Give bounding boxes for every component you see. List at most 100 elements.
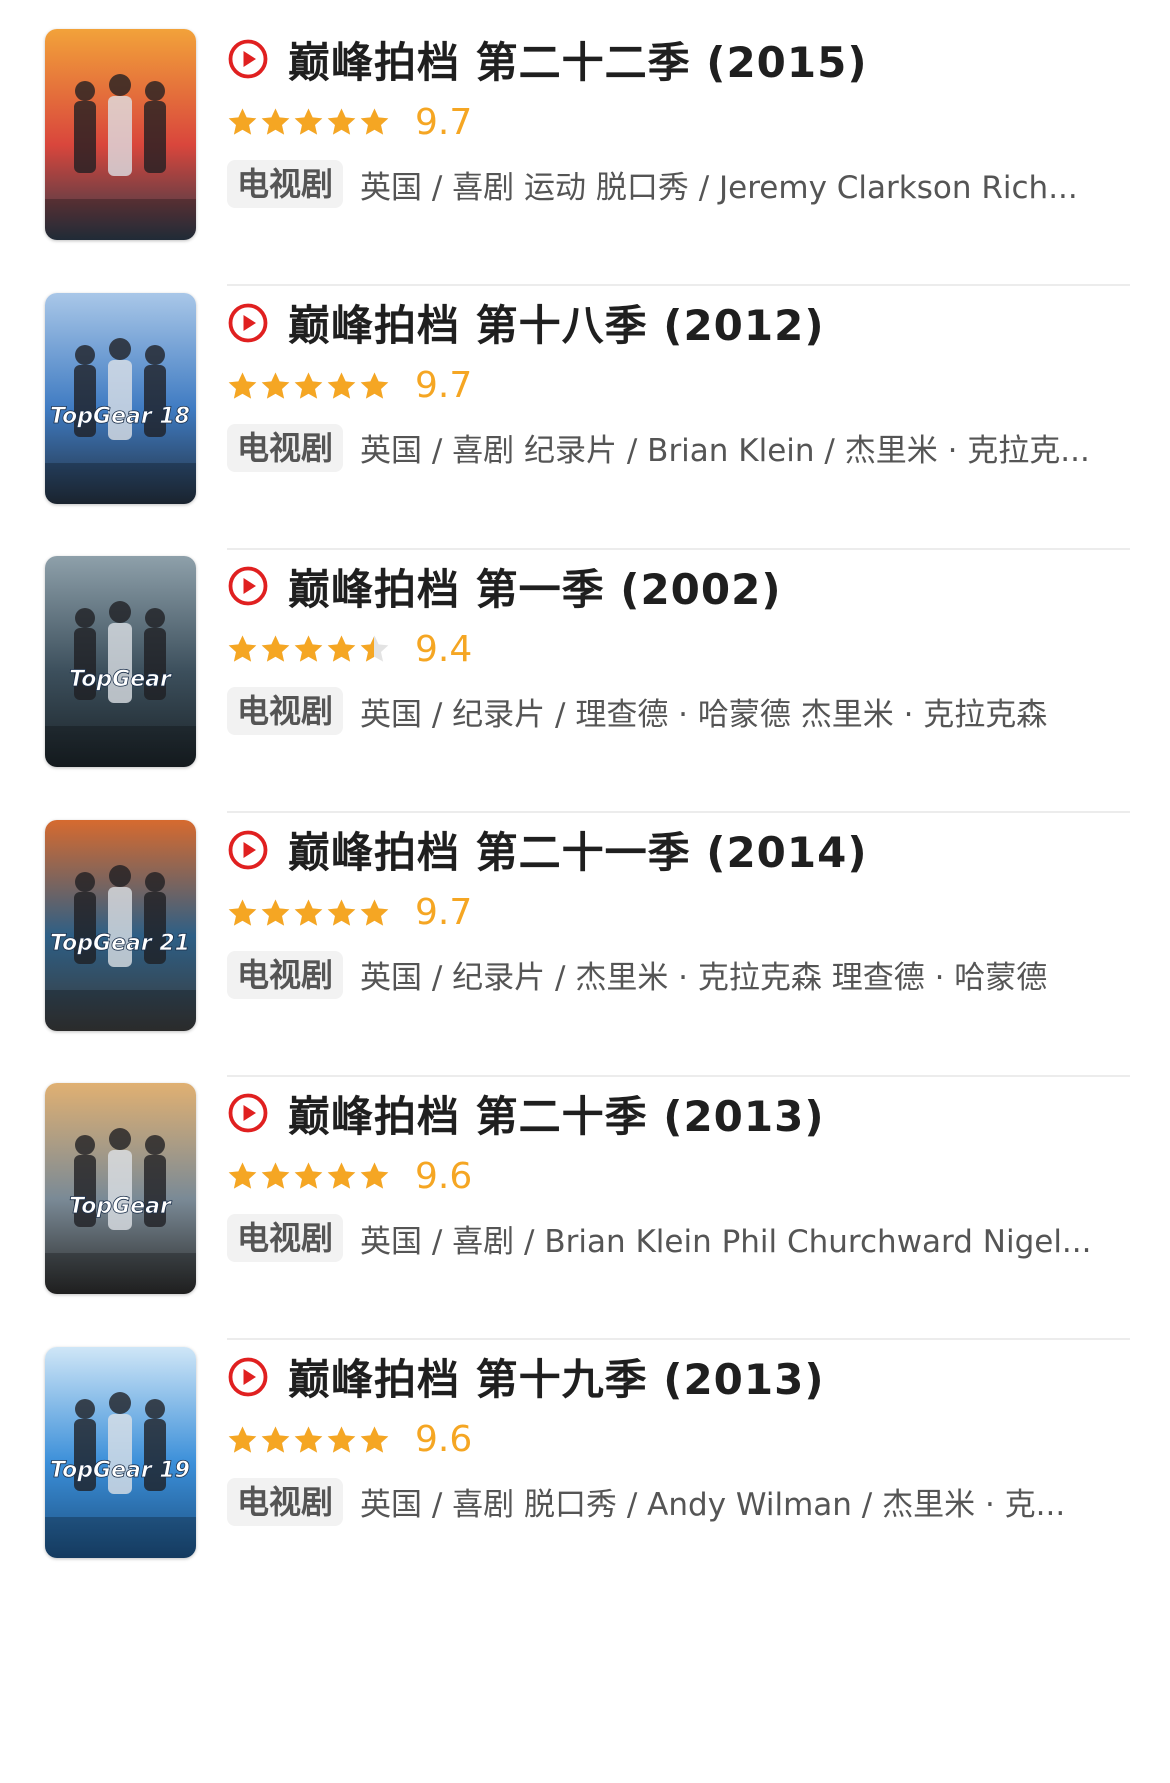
- play-icon: [228, 303, 268, 342]
- poster-art: [45, 29, 196, 240]
- star-icon: [294, 1426, 323, 1453]
- category-tag: 电视剧: [227, 950, 344, 999]
- rating-row: 9.4: [227, 625, 472, 673]
- star-rating: [227, 107, 391, 137]
- poster-art: TopGear: [45, 556, 196, 767]
- title-row[interactable]: 巅峰拍档 第二十季 (2013): [227, 1084, 825, 1142]
- item-title[interactable]: 巅峰拍档 第二十一季 (2014): [288, 819, 868, 880]
- star-icon: [261, 1162, 290, 1189]
- meta-row: 电视剧 英国 / 纪录片 / 理查德 · 哈蒙德 杰里米 · 克拉克森: [227, 686, 1170, 736]
- star-icon: [294, 899, 323, 926]
- title-row[interactable]: 巅峰拍档 第二十一季 (2014): [227, 821, 868, 879]
- star-icon: [228, 899, 257, 926]
- star-icon: [228, 1162, 257, 1189]
- star-rating-filled: [227, 898, 390, 928]
- list-item-1[interactable]: 巅峰拍档 第二十二季 (2015) 9.7 电视剧 英国 / 喜剧 运动 脱口秀…: [0, 0, 1170, 301]
- star-icon: [261, 899, 290, 926]
- play-icon: [228, 830, 268, 869]
- list-item-2[interactable]: TopGear 18 巅峰拍档 第十八季 (2012) 9.7 电视剧 英国 /…: [0, 264, 1170, 565]
- list-item-5[interactable]: TopGear 巅峰拍档 第二十季 (2013) 9.6 电视剧 英国 / 喜剧…: [0, 1054, 1170, 1355]
- play-icon: [228, 1093, 268, 1133]
- star-icon: [261, 1426, 290, 1453]
- star-icon: [360, 108, 389, 135]
- item-title[interactable]: 巅峰拍档 第二十季 (2013): [288, 1083, 825, 1144]
- meta-row: 电视剧 英国 / 喜剧 纪录片 / Brian Klein / 杰里米 · 克拉…: [227, 423, 1170, 473]
- category-tag: 电视剧: [227, 423, 344, 472]
- rating-score: 9.7: [415, 101, 473, 143]
- meta-row: 电视剧 英国 / 喜剧 脱口秀 / Andy Wilman / 杰里米 · 克.…: [227, 1477, 1170, 1527]
- rating-row: 9.7: [227, 362, 472, 410]
- poster-logo-text: TopGear: [69, 1194, 172, 1219]
- item-meta: 英国 / 喜剧 运动 脱口秀 / Jeremy Clarkson Rich...: [360, 169, 1078, 206]
- rating-row: 9.7: [227, 98, 472, 146]
- meta-row: 电视剧 英国 / 喜剧 / Brian Klein Phil Churchwar…: [227, 1213, 1170, 1263]
- item-meta: 英国 / 喜剧 / Brian Klein Phil Churchward Ni…: [360, 1223, 1092, 1260]
- star-icon: [327, 1162, 356, 1189]
- rating-row: 9.6: [227, 1152, 472, 1200]
- meta-row: 电视剧 英国 / 纪录片 / 杰里米 · 克拉克森 理查德 · 哈蒙德: [227, 950, 1170, 1000]
- category-tag: 电视剧: [227, 160, 344, 208]
- poster-image[interactable]: [45, 29, 196, 240]
- poster-art: TopGear 18: [45, 292, 196, 504]
- star-icon: [360, 636, 374, 662]
- star-icon: [261, 372, 290, 399]
- star-icon: [228, 372, 257, 399]
- star-icon: [228, 108, 257, 135]
- item-title[interactable]: 巅峰拍档 第十八季 (2012): [288, 292, 825, 353]
- meta-row: 电视剧 英国 / 喜剧 运动 脱口秀 / Jeremy Clarkson Ric…: [227, 159, 1170, 209]
- star-icon: [327, 372, 356, 399]
- star-rating: [227, 634, 391, 664]
- poster-logo-text: TopGear: [69, 667, 172, 692]
- star-icon: [360, 1162, 389, 1189]
- item-meta: 英国 / 喜剧 纪录片 / Brian Klein / 杰里米 · 克拉克...: [360, 433, 1090, 469]
- star-icon: [327, 635, 356, 662]
- item-title[interactable]: 巅峰拍档 第二十二季 (2015): [288, 29, 868, 90]
- title-row[interactable]: 巅峰拍档 第一季 (2002): [227, 557, 782, 615]
- star-icon: [228, 635, 257, 662]
- poster-image[interactable]: TopGear 19: [45, 1346, 196, 1558]
- star-rating-filled: [227, 1425, 390, 1455]
- star-icon: [327, 1426, 356, 1453]
- list-item-3[interactable]: TopGear 巅峰拍档 第一季 (2002) 9.4 电视剧 英国 / 纪录片…: [0, 527, 1170, 828]
- rating-score: 9.7: [415, 365, 473, 406]
- star-icon: [261, 635, 290, 662]
- star-icon: [360, 899, 389, 926]
- play-icon: [228, 1357, 268, 1396]
- poster-image[interactable]: TopGear: [45, 556, 196, 767]
- star-icon: [294, 372, 323, 399]
- star-icon: [228, 1426, 257, 1453]
- poster-art: TopGear 19: [45, 1346, 196, 1558]
- title-row[interactable]: 巅峰拍档 第二十二季 (2015): [227, 30, 868, 88]
- poster-logo-text: TopGear 18: [50, 404, 190, 429]
- poster-image[interactable]: TopGear 21: [45, 819, 196, 1031]
- star-icon: [327, 108, 356, 135]
- poster-art: TopGear: [45, 1083, 196, 1294]
- star-icon: [360, 1426, 389, 1453]
- star-rating: [227, 1425, 391, 1455]
- star-rating: [227, 371, 391, 401]
- star-rating: [227, 1161, 391, 1191]
- category-tag: 电视剧: [227, 687, 344, 735]
- poster-logo-text: TopGear 21: [50, 931, 190, 956]
- poster-image[interactable]: TopGear 18: [45, 292, 196, 504]
- star-rating-filled: [227, 634, 374, 664]
- title-row[interactable]: 巅峰拍档 第十八季 (2012): [227, 294, 825, 352]
- rating-score: 9.7: [415, 892, 473, 933]
- star-icon: [294, 635, 323, 662]
- list-item-6[interactable]: TopGear 19 巅峰拍档 第十九季 (2013) 9.6 电视剧 英国 /…: [0, 1318, 1170, 1619]
- play-icon: [228, 39, 268, 79]
- list-item-4[interactable]: TopGear 21 巅峰拍档 第二十一季 (2014) 9.7 电视剧 英国 …: [0, 791, 1170, 1092]
- rating-score: 9.4: [415, 628, 473, 670]
- poster-art: TopGear 21: [45, 819, 196, 1031]
- rating-score: 9.6: [415, 1155, 473, 1197]
- item-meta: 英国 / 纪录片 / 杰里米 · 克拉克森 理查德 · 哈蒙德: [360, 960, 1048, 996]
- poster-figures: [74, 74, 166, 176]
- star-icon: [360, 372, 389, 399]
- star-rating-filled: [227, 107, 390, 137]
- poster-image[interactable]: TopGear: [45, 1083, 196, 1294]
- item-title[interactable]: 巅峰拍档 第一季 (2002): [288, 556, 782, 617]
- poster-logo-text: TopGear 19: [50, 1458, 190, 1483]
- star-icon: [327, 899, 356, 926]
- item-title[interactable]: 巅峰拍档 第十九季 (2013): [288, 1346, 825, 1407]
- title-row[interactable]: 巅峰拍档 第十九季 (2013): [227, 1348, 825, 1406]
